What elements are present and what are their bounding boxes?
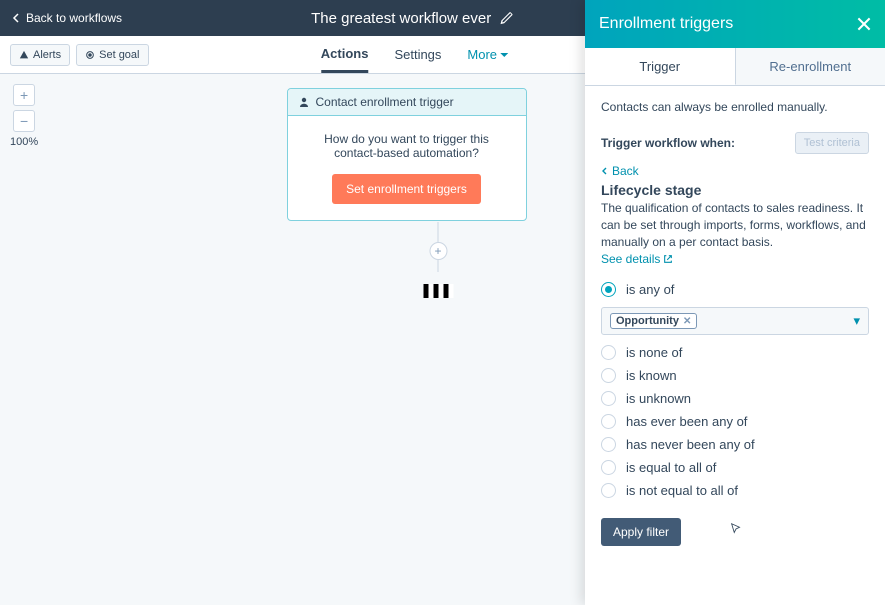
enrollment-triggers-panel: Enrollment triggers Trigger Re-enrollmen…: [585, 0, 885, 605]
radio-has-ever-been[interactable]: has ever been any of: [601, 410, 869, 433]
zoom-controls: + − 100%: [10, 84, 38, 148]
workflow-title-wrap: The greatest workflow ever: [311, 10, 513, 27]
radio-label: is not equal to all of: [626, 483, 738, 498]
radio-label: is none of: [626, 345, 682, 360]
contact-icon: [298, 96, 310, 108]
value-select[interactable]: Opportunity ✕ ▾: [601, 307, 869, 335]
radio-is-known[interactable]: is known: [601, 364, 869, 387]
tab-actions[interactable]: Actions: [321, 36, 369, 73]
caret-down-icon: ▾: [853, 313, 860, 329]
tab-settings[interactable]: Settings: [394, 36, 441, 73]
radio-icon: [601, 460, 616, 475]
zoom-in-button[interactable]: +: [13, 84, 35, 106]
value-chip[interactable]: Opportunity ✕: [610, 313, 697, 329]
radio-is-any-of[interactable]: is any of: [601, 278, 869, 301]
panel-header: Enrollment triggers: [585, 0, 885, 48]
panel-tabs: Trigger Re-enrollment: [585, 48, 885, 86]
set-enrollment-triggers-button[interactable]: Set enrollment triggers: [332, 174, 481, 204]
chip-label: Opportunity: [616, 315, 679, 327]
radio-has-never-been[interactable]: has never been any of: [601, 433, 869, 456]
see-details-label: See details: [601, 252, 660, 266]
radio-icon: [601, 368, 616, 383]
radio-label: is known: [626, 368, 677, 383]
radio-label: is any of: [626, 282, 674, 297]
back-to-workflows-link[interactable]: Back to workflows: [12, 11, 122, 25]
radio-equal-all[interactable]: is equal to all of: [601, 456, 869, 479]
radio-icon: [601, 437, 616, 452]
tab-more-label: More: [467, 47, 497, 62]
apply-filter-button[interactable]: Apply filter: [601, 518, 681, 546]
enroll-card-header: Contact enrollment trigger: [288, 89, 526, 116]
radio-icon: [601, 282, 616, 297]
enroll-card-title: Contact enrollment trigger: [316, 95, 454, 109]
set-goal-button[interactable]: Set goal: [76, 44, 148, 66]
finish-flag-icon: [423, 284, 453, 298]
radio-icon: [601, 414, 616, 429]
radio-label: is equal to all of: [626, 460, 716, 475]
back-label: Back to workflows: [26, 11, 122, 25]
main-tabs: Actions Settings More: [321, 36, 508, 73]
enrollment-trigger-card[interactable]: Contact enrollment trigger How do you wa…: [287, 88, 527, 221]
panel-back-link[interactable]: Back: [601, 164, 869, 178]
enroll-card-question: How do you want to trigger this contact-…: [306, 132, 508, 160]
alerts-button[interactable]: Alerts: [10, 44, 70, 66]
filter-property-desc: The qualification of contacts to sales r…: [601, 200, 869, 250]
radio-icon: [601, 345, 616, 360]
radio-label: has ever been any of: [626, 414, 747, 429]
target-icon: [85, 50, 95, 60]
pencil-icon[interactable]: [499, 11, 513, 25]
chip-remove-icon[interactable]: ✕: [683, 316, 691, 327]
close-icon[interactable]: [855, 15, 873, 33]
tab-more[interactable]: More: [467, 36, 508, 73]
set-goal-label: Set goal: [99, 49, 139, 61]
cursor-icon: [729, 522, 743, 536]
panel-tab-trigger[interactable]: Trigger: [585, 48, 736, 85]
panel-title: Enrollment triggers: [599, 15, 733, 33]
operator-radio-list: is any of Opportunity ✕ ▾ is none of is …: [601, 278, 869, 502]
manual-enroll-note: Contacts can always be enrolled manually…: [601, 100, 869, 114]
test-criteria-button[interactable]: Test criteria: [795, 132, 869, 154]
caret-down-icon: [500, 51, 508, 59]
see-details-link[interactable]: See details: [601, 252, 673, 266]
alerts-label: Alerts: [33, 49, 61, 61]
radio-icon: [601, 391, 616, 406]
radio-not-equal-all[interactable]: is not equal to all of: [601, 479, 869, 502]
workflow-title: The greatest workflow ever: [311, 10, 491, 27]
external-link-icon: [663, 254, 673, 264]
radio-label: has never been any of: [626, 437, 755, 452]
radio-label: is unknown: [626, 391, 691, 406]
zoom-out-button[interactable]: −: [13, 110, 35, 132]
radio-is-unknown[interactable]: is unknown: [601, 387, 869, 410]
panel-back-label: Back: [612, 164, 639, 178]
radio-icon: [601, 483, 616, 498]
alert-icon: [19, 50, 29, 60]
add-action-node[interactable]: +: [429, 242, 447, 260]
filter-property-title: Lifecycle stage: [601, 182, 869, 198]
chevron-left-icon: [12, 13, 22, 23]
connector-line: [438, 222, 439, 242]
trigger-when-label: Trigger workflow when:: [601, 136, 735, 150]
connector-line-2: [438, 260, 439, 272]
panel-tab-reenrollment[interactable]: Re-enrollment: [736, 48, 885, 85]
zoom-percent: 100%: [10, 136, 38, 148]
chevron-left-icon: [601, 167, 609, 175]
enroll-card-body: How do you want to trigger this contact-…: [288, 116, 526, 220]
panel-body: Contacts can always be enrolled manually…: [585, 86, 885, 560]
workflow-connector: +: [423, 222, 453, 298]
radio-is-none-of[interactable]: is none of: [601, 341, 869, 364]
